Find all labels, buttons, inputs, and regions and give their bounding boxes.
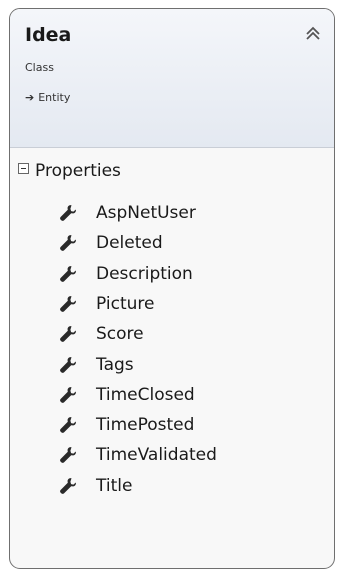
class-stereotype: Class bbox=[25, 61, 54, 74]
base-type-label: Entity bbox=[38, 91, 71, 104]
wrench-icon bbox=[60, 417, 76, 434]
properties-section-header[interactable]: Properties bbox=[18, 161, 121, 181]
wrench-icon bbox=[60, 205, 76, 221]
section-label: Properties bbox=[35, 161, 121, 181]
property-item[interactable]: Title bbox=[58, 471, 132, 501]
wrench-icon bbox=[60, 447, 76, 464]
property-item[interactable]: TimeClosed bbox=[58, 380, 195, 410]
double-chevron-up-icon[interactable] bbox=[304, 25, 322, 43]
property-label: Tags bbox=[96, 354, 134, 375]
inherit-arrow-icon: ➔ bbox=[25, 91, 35, 104]
property-item[interactable]: Description bbox=[58, 259, 193, 289]
property-label: TimeClosed bbox=[96, 384, 195, 405]
property-item[interactable]: AspNetUser bbox=[58, 198, 196, 228]
property-item[interactable]: Picture bbox=[58, 289, 154, 319]
property-item[interactable]: Deleted bbox=[58, 228, 163, 258]
wrench-icon bbox=[60, 295, 76, 312]
property-label: AspNetUser bbox=[96, 203, 196, 223]
property-item[interactable]: Tags bbox=[58, 350, 134, 380]
property-label: TimePosted bbox=[96, 415, 195, 436]
property-label: Title bbox=[96, 475, 133, 496]
class-header: Idea Class ➔ Entity bbox=[10, 9, 334, 148]
property-item[interactable]: TimePosted bbox=[58, 410, 194, 440]
wrench-icon bbox=[60, 326, 76, 343]
property-label: Deleted bbox=[96, 233, 163, 254]
property-item[interactable]: Score bbox=[58, 319, 144, 349]
wrench-icon bbox=[60, 356, 76, 373]
wrench-icon bbox=[60, 265, 76, 282]
minus-box-icon[interactable] bbox=[18, 162, 29, 174]
class-shape[interactable]: Idea Class ➔ Entity Properties AspNetUse… bbox=[9, 8, 335, 569]
property-label: Description bbox=[96, 263, 193, 284]
wrench-icon bbox=[60, 386, 76, 403]
class-name: Idea bbox=[25, 24, 72, 46]
wrench-icon bbox=[60, 235, 76, 252]
property-label: Picture bbox=[96, 293, 155, 314]
base-type: ➔ Entity bbox=[25, 91, 70, 104]
property-label: Score bbox=[96, 324, 144, 345]
property-label: TimeValidated bbox=[96, 445, 217, 466]
property-item[interactable]: TimeValidated bbox=[58, 440, 217, 470]
wrench-icon bbox=[60, 477, 76, 494]
